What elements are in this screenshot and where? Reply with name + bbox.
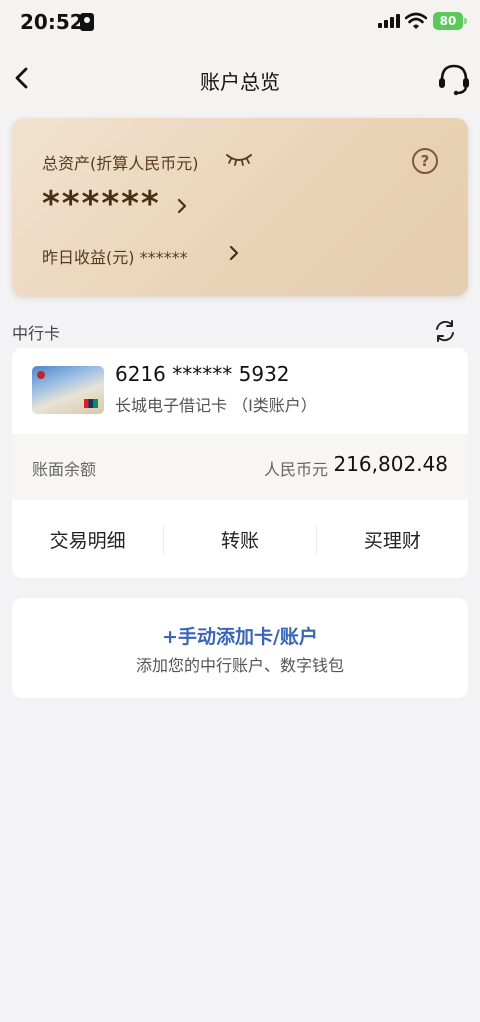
bank-card-image — [32, 366, 104, 414]
bank-of-china-logo-icon — [37, 371, 45, 379]
balance-currency: 人民币元 — [263, 460, 328, 479]
yesterday-yield-label[interactable]: 昨日收益(元) ****** — [42, 244, 188, 268]
balance-label: 账面余额 — [32, 460, 97, 479]
total-assets-label: 总资产(折算人民币元) — [42, 154, 199, 173]
debit-card-account[interactable]: 6216 ****** 5932 长城电子借记卡 （I类账户） 账面余额 人民币… — [12, 348, 468, 578]
section-title-boc-cards: 中行卡 — [12, 324, 61, 343]
customer-service-headset-icon[interactable] — [436, 60, 472, 96]
nav-bar: 账户总览 — [0, 44, 480, 114]
add-account-card[interactable]: +手动添加卡/账户 添加您的中行账户、数字钱包 — [12, 598, 468, 698]
balance-row: 账面余额 人民币元 216,802.48 — [12, 434, 468, 500]
chevron-right-icon[interactable] — [226, 243, 242, 263]
page-title: 账户总览 — [200, 70, 280, 94]
buy-wealth-product-button[interactable]: 买理财 — [317, 526, 468, 553]
total-assets-card: 总资产(折算人民币元) ? ****** 昨日收益(元) ****** — [12, 118, 468, 296]
add-account-button[interactable]: +手动添加卡/账户 — [12, 622, 468, 649]
add-account-description: 添加您的中行账户、数字钱包 — [135, 656, 344, 675]
status-bar: 20:52 80 — [0, 0, 480, 44]
transfer-button[interactable]: 转账 — [164, 526, 315, 553]
hide-amount-eye-icon[interactable] — [225, 148, 253, 168]
status-time: 20:52 — [20, 10, 84, 34]
balance-amount: 216,802.48 — [333, 452, 448, 476]
transaction-details-button[interactable]: 交易明细 — [12, 526, 163, 553]
total-assets-value[interactable]: ****** — [42, 184, 161, 224]
cellular-signal-icon — [378, 14, 400, 28]
wifi-icon — [405, 12, 427, 29]
card-type: 长城电子借记卡 （I类账户） — [115, 396, 317, 415]
battery-icon: 80 — [433, 12, 467, 30]
account-actions: 交易明细 转账 买理财 — [12, 500, 468, 578]
sim-card-icon — [80, 13, 94, 31]
help-icon[interactable]: ? — [412, 148, 438, 174]
unionpay-logo-icon — [84, 399, 98, 408]
refresh-icon[interactable] — [432, 318, 458, 344]
chevron-right-icon[interactable] — [174, 196, 190, 216]
card-number: 6216 ****** 5932 — [115, 362, 290, 386]
